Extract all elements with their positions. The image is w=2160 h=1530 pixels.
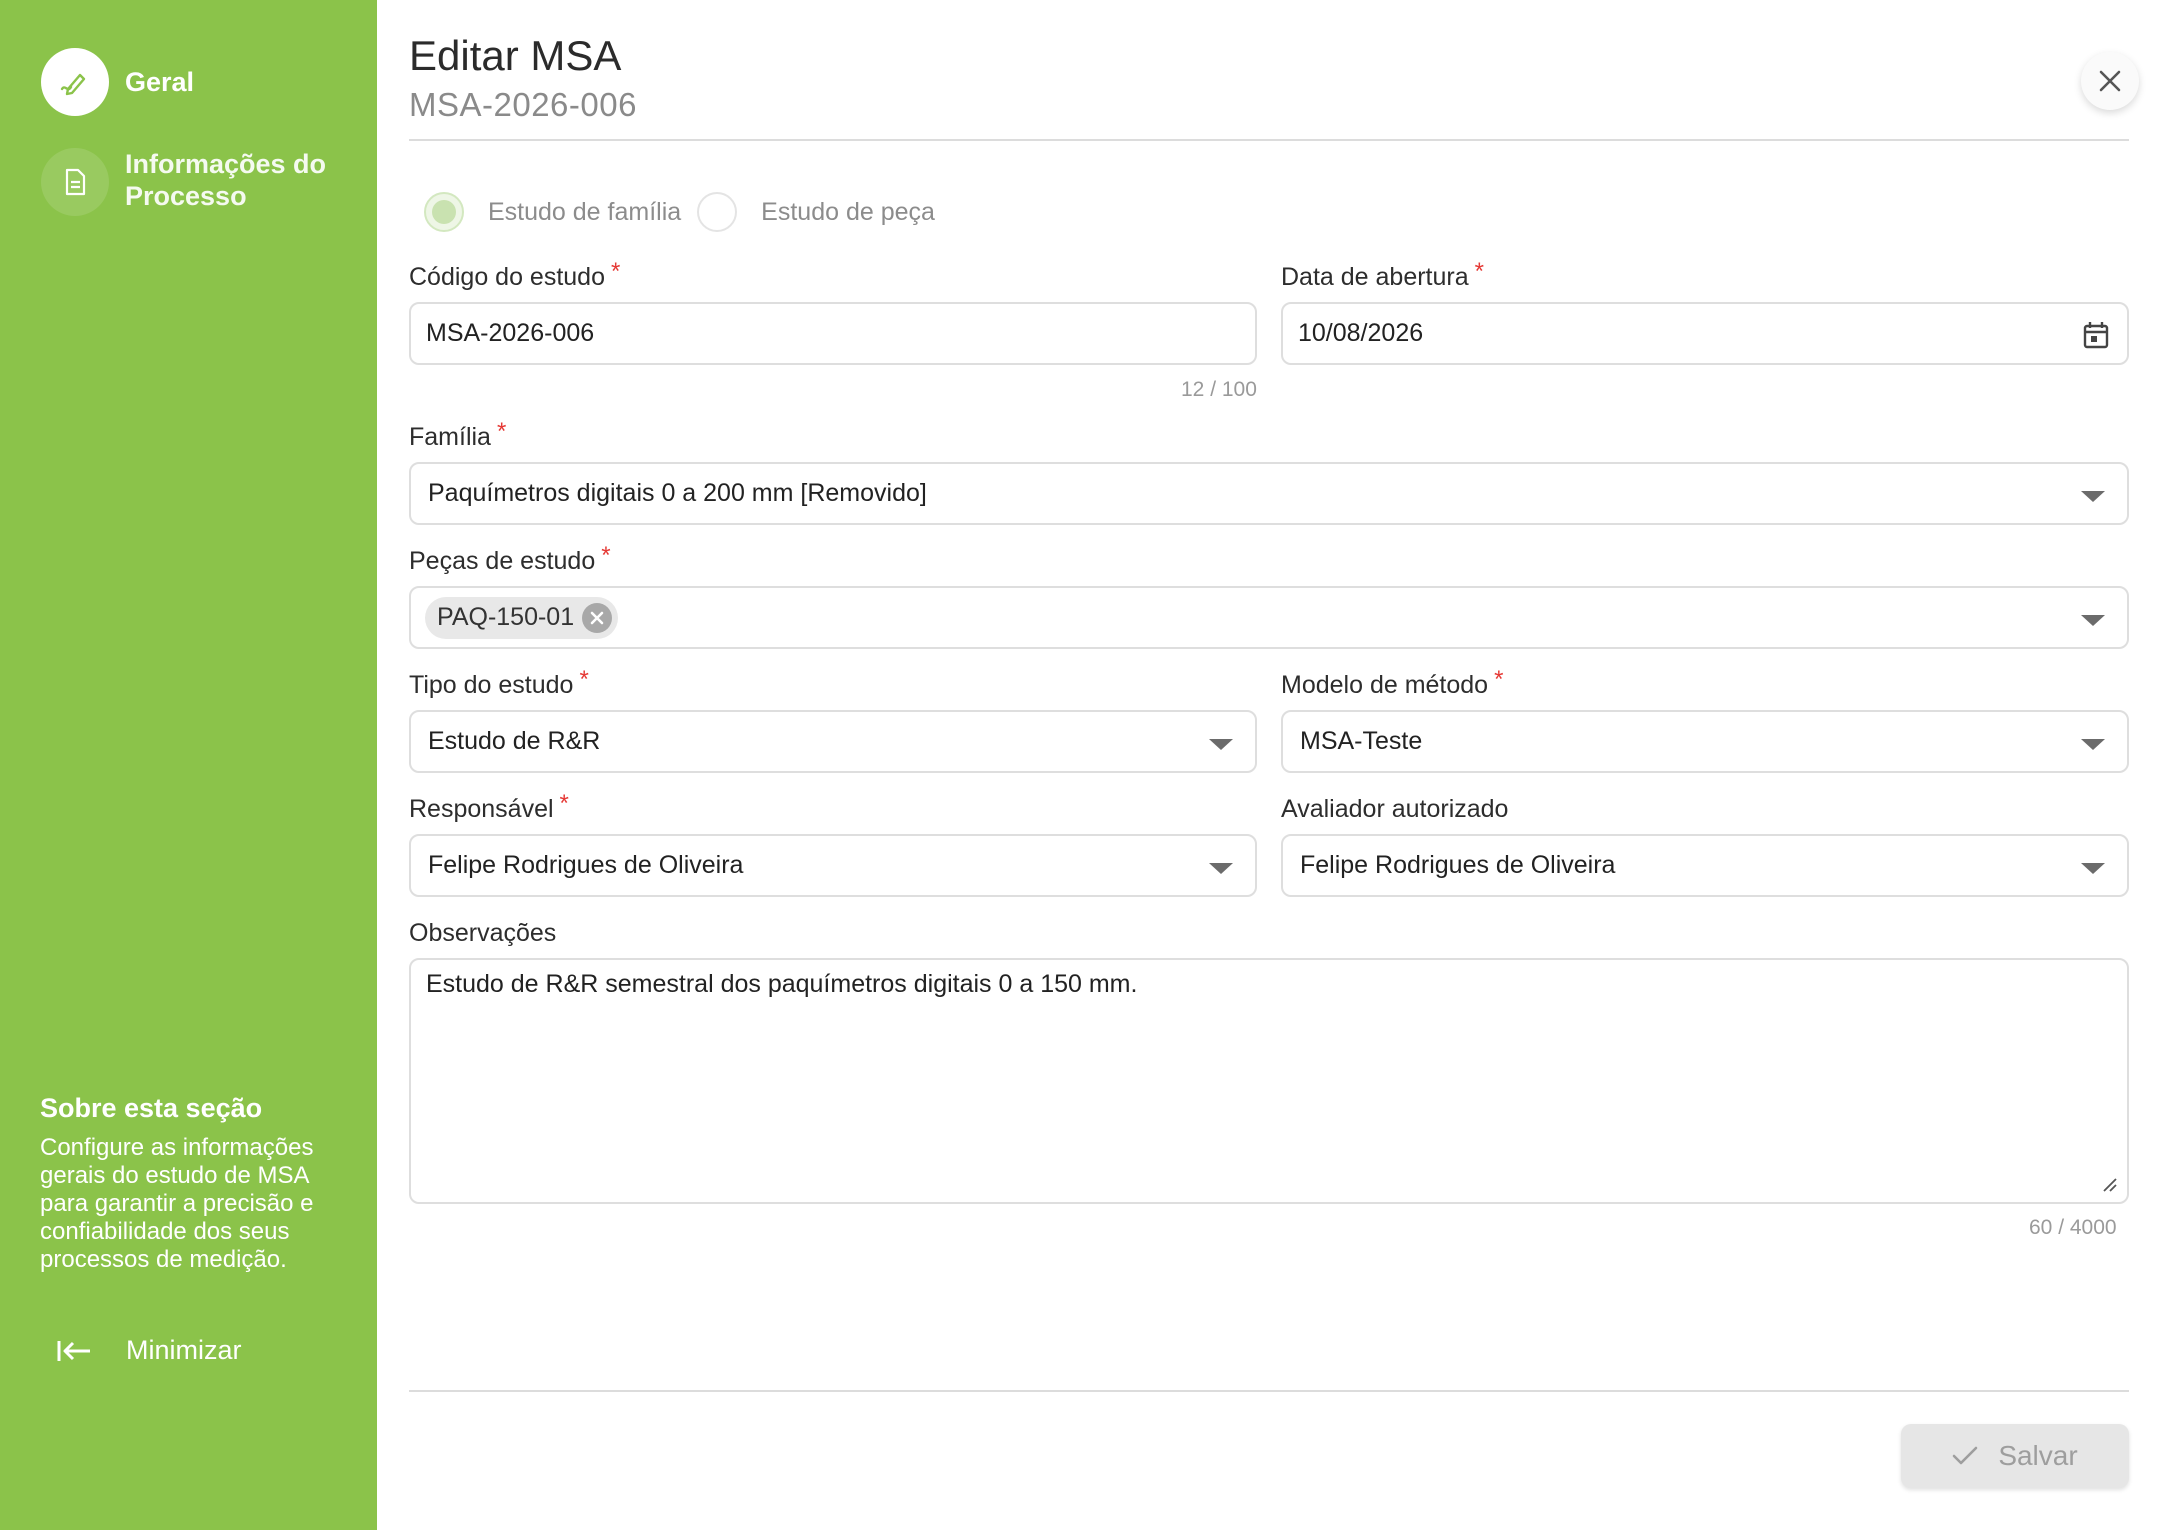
radio-label: Estudo de peça bbox=[761, 197, 935, 226]
chevron-down-icon bbox=[2081, 863, 2105, 874]
tipo-estudo-value: Estudo de R&R bbox=[428, 727, 601, 755]
radio-estudo-familia[interactable] bbox=[424, 192, 464, 232]
check-icon bbox=[1953, 1446, 1978, 1465]
footer-divider bbox=[409, 1390, 2129, 1392]
responsavel-select[interactable]: Felipe Rodrigues de Oliveira bbox=[409, 834, 1257, 897]
sidebar: Geral Informações do Processo Sobre esta… bbox=[0, 0, 377, 1530]
modelo-label: Modelo de método * bbox=[1281, 666, 1504, 699]
pecas-multiselect[interactable]: PAQ-150-01 bbox=[409, 586, 2129, 649]
minimize-button[interactable]: Minimizar bbox=[56, 1335, 242, 1366]
document-icon bbox=[41, 148, 109, 216]
codigo-estudo-input[interactable]: MSA-2026-006 bbox=[409, 302, 1257, 365]
about-title: Sobre esta seção bbox=[40, 1093, 263, 1123]
chevron-down-icon bbox=[2081, 615, 2105, 626]
chevron-down-icon bbox=[1209, 863, 1233, 874]
save-label: Salvar bbox=[1998, 1440, 2078, 1471]
modelo-metodo-select[interactable]: MSA-Teste bbox=[1281, 710, 2129, 773]
data-abertura-value: 10/08/2026 bbox=[1298, 319, 1424, 347]
chip-label: PAQ-150-01 bbox=[437, 603, 575, 631]
observacoes-counter: 60 / 4000 bbox=[2029, 1216, 2117, 1239]
page-subtitle: MSA-2026-006 bbox=[409, 86, 637, 123]
chevron-down-icon bbox=[1209, 739, 1233, 750]
observacoes-textarea[interactable]: Estudo de R&R semestral dos paquímetros … bbox=[409, 958, 2129, 1204]
familia-value: Paquímetros digitais 0 a 200 mm [Removid… bbox=[428, 479, 927, 507]
radio-estudo-peca[interactable] bbox=[697, 192, 738, 232]
pen-icon bbox=[41, 48, 109, 116]
avaliador-value: Felipe Rodrigues de Oliveira bbox=[1300, 851, 1616, 879]
resize-handle-icon[interactable] bbox=[2101, 1176, 2117, 1192]
tipo-estudo-select[interactable]: Estudo de R&R bbox=[409, 710, 1257, 773]
codigo-label: Código do estudo * bbox=[409, 258, 621, 291]
data-abertura-label: Data de abertura * bbox=[1281, 258, 1484, 291]
header-divider bbox=[409, 139, 2129, 141]
familia-label: Família * bbox=[409, 418, 507, 451]
modelo-metodo-value: MSA-Teste bbox=[1300, 727, 1423, 755]
page-title: Editar MSA bbox=[409, 32, 622, 79]
avaliador-select[interactable]: Felipe Rodrigues de Oliveira bbox=[1281, 834, 2129, 897]
codigo-counter: 12 / 100 bbox=[1181, 378, 1257, 401]
close-icon bbox=[2099, 70, 2121, 92]
calendar-icon[interactable] bbox=[2083, 321, 2109, 349]
familia-select[interactable]: Paquímetros digitais 0 a 200 mm [Removid… bbox=[409, 462, 2129, 525]
chevron-down-icon bbox=[2081, 739, 2105, 750]
pecas-label: Peças de estudo * bbox=[409, 542, 611, 575]
tipo-label: Tipo do estudo * bbox=[409, 666, 589, 699]
minimize-label: Minimizar bbox=[126, 1335, 242, 1365]
chevron-down-icon bbox=[2081, 491, 2105, 502]
responsavel-value: Felipe Rodrigues de Oliveira bbox=[428, 851, 744, 879]
responsavel-label: Responsável * bbox=[409, 790, 569, 823]
sidebar-item-label: Geral bbox=[125, 67, 195, 97]
study-scope-radio-group: Estudo de família Estudo de peça bbox=[424, 192, 951, 232]
avaliador-label: Avaliador autorizado bbox=[1281, 795, 1509, 823]
sidebar-item-geral[interactable]: Geral bbox=[41, 48, 194, 116]
observacoes-value: Estudo de R&R semestral dos paquímetros … bbox=[426, 970, 1138, 998]
remove-chip-icon[interactable] bbox=[582, 602, 613, 633]
observacoes-label: Observações bbox=[409, 919, 557, 947]
about-section: Sobre esta seção Configure as informaçõe… bbox=[40, 1093, 340, 1274]
radio-label: Estudo de família bbox=[488, 197, 682, 226]
close-button[interactable] bbox=[2081, 52, 2139, 110]
save-button[interactable]: Salvar bbox=[1901, 1424, 2129, 1488]
sidebar-item-label: Informações do Processo bbox=[125, 149, 327, 211]
collapse-left-icon bbox=[57, 1340, 90, 1361]
sidebar-item-informacoes-processo[interactable]: Informações do Processo bbox=[41, 148, 345, 216]
about-text: Configure as informações gerais do estud… bbox=[40, 1134, 314, 1273]
codigo-estudo-value: MSA-2026-006 bbox=[426, 319, 595, 347]
data-abertura-input[interactable]: 10/08/2026 bbox=[1281, 302, 2129, 365]
peca-chip: PAQ-150-01 bbox=[425, 596, 619, 639]
